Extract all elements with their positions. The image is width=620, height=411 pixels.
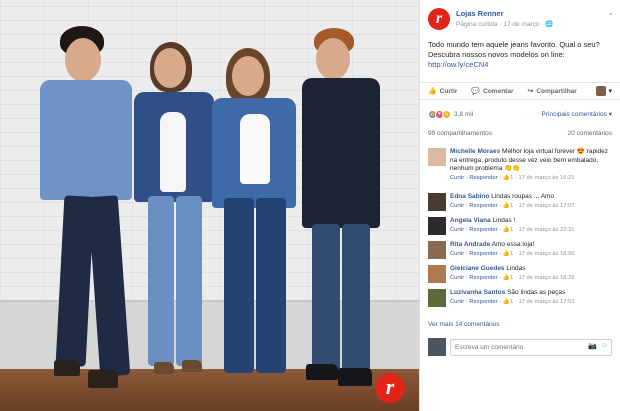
avatar[interactable] <box>428 265 446 283</box>
share-button[interactable]: ↪ Compartilhar <box>527 87 577 96</box>
comment-icon: 💬 <box>471 88 481 95</box>
post-header: r Lojas Renner Página curtida · 17 de ma… <box>428 6 614 32</box>
comment-likes: 1 <box>510 274 514 281</box>
post-actions-bar: 👍 Curtir 💬 Comentar ↪ Compartilhar ▾ <box>420 82 620 100</box>
like-button[interactable]: 👍 Curtir <box>428 87 458 96</box>
comment-like-link[interactable]: Curtir <box>450 299 464 305</box>
thumbs-up-icon: 👍 <box>428 88 437 95</box>
comment-time[interactable]: 17 de março às 16:29 <box>518 275 574 281</box>
composer-icons: 📷 ☺ <box>588 342 608 350</box>
thumbs-up-icon: 👍 <box>502 274 511 281</box>
comment-author[interactable]: Edna Sabino <box>450 193 489 200</box>
thumbs-up-icon: 👍 <box>502 298 511 305</box>
share-label: Compartilhar <box>536 87 577 95</box>
post-photo[interactable]: r <box>0 0 419 411</box>
thumbs-up-icon: 👍 <box>502 250 511 257</box>
brand-logo: r <box>375 373 405 403</box>
page-avatar[interactable]: r <box>428 8 450 30</box>
post-stats: 99 compartilhamentos 20 comentários <box>428 130 612 137</box>
comment-likes: 1 <box>510 226 514 233</box>
post-link[interactable]: http://ow.ly/ceCN4 <box>428 60 488 69</box>
comment-author[interactable]: Michelle Moraes <box>450 148 500 155</box>
avatar[interactable] <box>428 148 446 166</box>
thumbs-up-icon: 👍 <box>502 202 511 209</box>
comment-time[interactable]: 17 de março às 16:50 <box>518 251 574 257</box>
comment-likes: 1 <box>510 174 514 181</box>
caret-down-icon: ▾ <box>608 88 612 95</box>
comment-meta: Curtir · Responder · 👍1 · 17 de março às… <box>450 274 575 281</box>
comment-meta: Curtir · Responder · 👍1 · 17 de março às… <box>450 226 575 233</box>
comment-reply-link[interactable]: Responder <box>469 299 497 305</box>
shares-count[interactable]: 99 compartilhamentos <box>428 130 492 137</box>
post-panel: r Lojas Renner Página curtida · 17 de ma… <box>419 0 620 411</box>
comment-like-link[interactable]: Curtir <box>450 275 464 281</box>
comment-button[interactable]: 💬 Comentar <box>471 87 514 96</box>
comment-label: Comentar <box>483 87 514 95</box>
comment-reply-link[interactable]: Responder <box>469 175 497 181</box>
comment-author[interactable]: Rita Andrade <box>450 241 490 248</box>
reaction-count[interactable]: 3,8 mil <box>454 111 473 118</box>
post-meta-text: Página curtida · 17 de março · <box>456 21 546 28</box>
comment-text: Amo essa loja! <box>491 241 535 248</box>
comment-reply-link[interactable]: Responder <box>469 251 497 257</box>
comment-text: Lindas ! <box>492 217 516 224</box>
page-name-link[interactable]: Lojas Renner <box>456 9 504 18</box>
thumbs-up-icon: 👍 <box>502 226 511 233</box>
comment-meta: Curtir · Responder · 👍1 · 17 de março às… <box>450 250 575 257</box>
avatar <box>596 86 607 96</box>
model-man-right <box>298 28 388 388</box>
comments-count[interactable]: 20 comentários <box>568 130 612 137</box>
avatar[interactable] <box>428 217 446 235</box>
thumbs-up-icon: 👍 <box>502 174 511 181</box>
comment-likes: 1 <box>510 202 514 209</box>
post-meta: Página curtida · 17 de março · 🌐 <box>456 20 553 28</box>
comment-time[interactable]: 17 de março às 17:07 <box>518 203 574 209</box>
comment-meta: Curtir · Responder · 👍1 · 17 de março às… <box>450 174 575 181</box>
share-icon: ↪ <box>527 88 534 95</box>
comment-like-link[interactable]: Curtir <box>450 227 464 233</box>
avatar[interactable] <box>428 193 446 211</box>
comment-author[interactable]: Luzivanha Santos <box>450 289 505 296</box>
comment-text: Lindas <box>506 265 526 272</box>
post-body: Todo mundo tem aquele jeans favorito. Qu… <box>428 40 610 70</box>
like-label: Curtir <box>439 87 458 95</box>
model-woman-center-left <box>132 42 222 392</box>
comment-composer: 📷 ☺ <box>428 338 612 358</box>
comment-like-link[interactable]: Curtir <box>450 251 464 257</box>
avatar[interactable] <box>428 289 446 307</box>
haha-reaction-icon: ☺ <box>442 109 451 119</box>
comment-meta: Curtir · Responder · 👍1 · 17 de março às… <box>450 202 575 209</box>
comment-author[interactable]: Angela Viana <box>450 217 491 224</box>
comment-reply-link[interactable]: Responder <box>469 227 497 233</box>
sticker-icon[interactable]: ☺ <box>601 342 608 350</box>
post-text: Todo mundo tem aquele jeans favorito. Qu… <box>428 40 600 59</box>
comment-time[interactable]: 17 de março às 16:21 <box>518 175 574 181</box>
comment-reply-link[interactable]: Responder <box>469 275 497 281</box>
comment-reply-link[interactable]: Responder <box>469 203 497 209</box>
comment-meta: Curtir · Responder · 👍1 · 17 de março às… <box>450 298 575 305</box>
avatar[interactable] <box>428 241 446 259</box>
comment-text: Lindas roupas ... Amo <box>491 193 555 200</box>
comment-text: São lindas as peças <box>507 289 566 296</box>
comment-author[interactable]: Gleiciane Guedes <box>450 265 505 272</box>
camera-icon[interactable]: 📷 <box>588 342 597 350</box>
view-more-comments-link[interactable]: Ver mais 14 comentários <box>428 321 500 328</box>
avatar[interactable] <box>428 338 446 356</box>
comment-filter-dropdown[interactable]: Principais comentários ▾ <box>542 110 612 118</box>
comment-likes: 1 <box>510 298 514 305</box>
comment-like-link[interactable]: Curtir <box>450 203 464 209</box>
model-woman-center-right <box>212 48 302 388</box>
reactions-summary[interactable]: 👍 ♥ ☺ 3,8 mil Principais comentários ▾ <box>428 108 612 120</box>
comment-time[interactable]: 17 de março às 22:31 <box>518 227 574 233</box>
profile-selector[interactable]: ▾ <box>596 86 612 96</box>
comment-likes: 1 <box>510 250 514 257</box>
globe-icon: 🌐 <box>545 21 554 28</box>
chevron-down-icon[interactable]: ⌄ <box>607 8 614 17</box>
comment-like-link[interactable]: Curtir <box>450 175 464 181</box>
comment-time[interactable]: 17 de março às 17:53 <box>518 299 574 305</box>
